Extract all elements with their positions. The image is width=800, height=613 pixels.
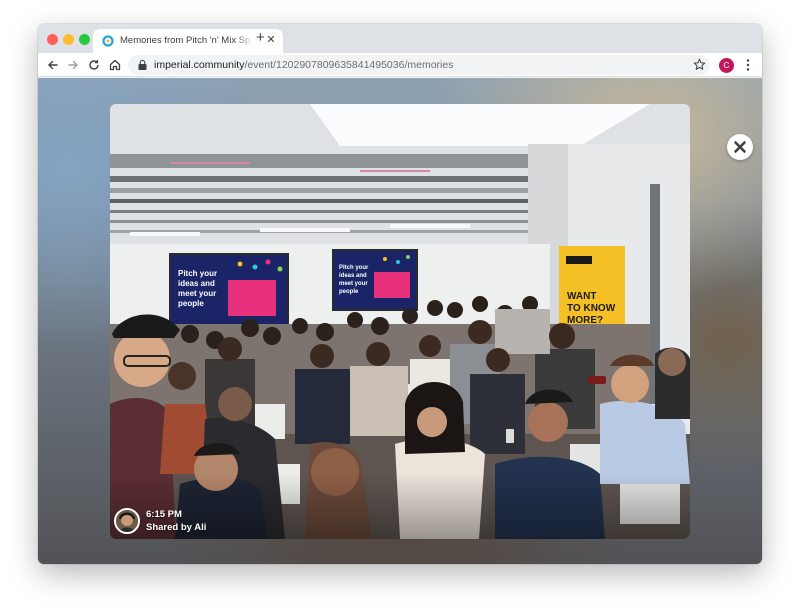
screen-left-line-2: ideas and <box>178 279 215 288</box>
bookmark-star-icon[interactable] <box>693 58 706 71</box>
banner-line-1: WANT <box>567 291 596 302</box>
address-bar[interactable]: imperial.community/event/120290780963584… <box>128 55 710 75</box>
sharer-avatar <box>114 508 140 534</box>
memory-photo: Pitch your ideas and meet your people Pi… <box>110 104 690 539</box>
screen-left-line-1: Pitch your <box>178 269 217 278</box>
browser-toolbar: imperial.community/event/120290780963584… <box>38 53 762 77</box>
maximize-window-button[interactable] <box>79 34 90 45</box>
tab-title: Memories from Pitch 'n' Mix Sp <box>120 35 251 46</box>
caption-shared-by: Shared by Ali <box>146 522 207 533</box>
banner-line-2: TO KNOW <box>567 303 616 314</box>
browser-window: Memories from Pitch 'n' Mix Sp ✕ + imper… <box>38 24 762 564</box>
home-icon[interactable] <box>106 56 124 74</box>
new-tab-button[interactable]: + <box>256 30 265 46</box>
screen-right-line-4: people <box>339 289 359 295</box>
reload-icon[interactable] <box>85 56 103 74</box>
caption-time: 6:15 PM <box>146 509 182 520</box>
more-menu-icon[interactable] <box>745 58 751 72</box>
browser-tab[interactable]: Memories from Pitch 'n' Mix Sp ✕ <box>93 29 283 53</box>
close-window-button[interactable] <box>47 34 58 45</box>
page-viewport: Pitch your ideas and meet your people Pi… <box>38 78 762 564</box>
event-photo-illustration: Pitch your ideas and meet your people Pi… <box>110 104 690 539</box>
close-icon <box>734 141 746 153</box>
profile-avatar[interactable]: C <box>719 58 734 73</box>
photo-caption: 6:15 PM Shared by Ali <box>114 506 314 536</box>
title-bar: Memories from Pitch 'n' Mix Sp ✕ + <box>38 24 762 53</box>
back-arrow-icon[interactable] <box>44 56 62 74</box>
screen-left-line-3: meet your <box>178 289 216 298</box>
screen-right-line-2: ideas and <box>339 273 367 279</box>
minimize-window-button[interactable] <box>63 34 74 45</box>
screen-left-line-4: people <box>178 299 204 308</box>
forward-arrow-icon[interactable] <box>64 56 82 74</box>
close-lightbox-button[interactable] <box>727 134 753 160</box>
site-favicon-icon <box>102 35 114 47</box>
url-path: /event/1202907809635841495036/memories <box>244 59 454 71</box>
screen-right-line-3: meet your <box>339 281 368 287</box>
tab-close-icon[interactable]: ✕ <box>265 34 277 46</box>
url-text: imperial.community/event/120290780963584… <box>154 59 453 71</box>
url-host: imperial.community <box>154 59 245 71</box>
lock-icon <box>138 60 147 70</box>
screen-right-line-1: Pitch your <box>339 265 369 271</box>
